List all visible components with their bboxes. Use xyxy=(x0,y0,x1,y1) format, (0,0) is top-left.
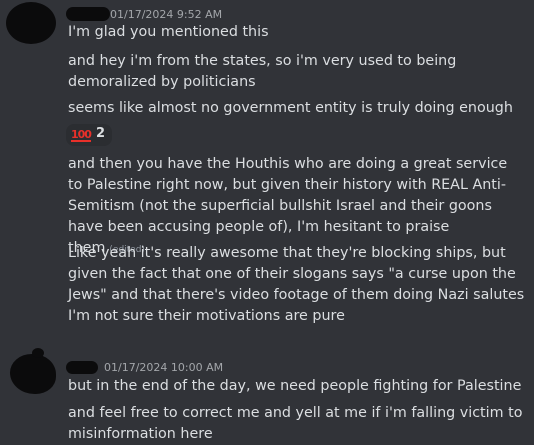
message-text: I'm glad you mentioned this xyxy=(68,24,269,40)
reaction-count: 2 xyxy=(96,126,106,141)
chat-message-list: 01/17/2024 9:52 AM I'm glad you mentione… xyxy=(0,0,534,445)
message-text: and hey i'm from the states, so i'm very… xyxy=(68,53,457,90)
message-text: and feel free to correct me and yell at … xyxy=(68,405,523,442)
avatar[interactable] xyxy=(10,348,56,394)
message-text: and then you have the Houthis who are do… xyxy=(68,156,508,256)
redacted-username xyxy=(66,361,98,374)
message-text: but in the end of the day, we need peopl… xyxy=(68,378,522,394)
message-text: seems like almost no government entity i… xyxy=(68,100,513,116)
message-text: Like yeah it's really awesome that they'… xyxy=(68,245,525,324)
redacted-username xyxy=(66,7,110,21)
avatar[interactable] xyxy=(6,2,56,44)
message-timestamp: 01/17/2024 10:00 AM xyxy=(104,361,224,374)
reaction-button[interactable]: 100 2 xyxy=(66,124,112,146)
message-timestamp: 01/17/2024 9:52 AM xyxy=(110,8,223,21)
hundred-points-icon: 100 xyxy=(71,128,92,142)
